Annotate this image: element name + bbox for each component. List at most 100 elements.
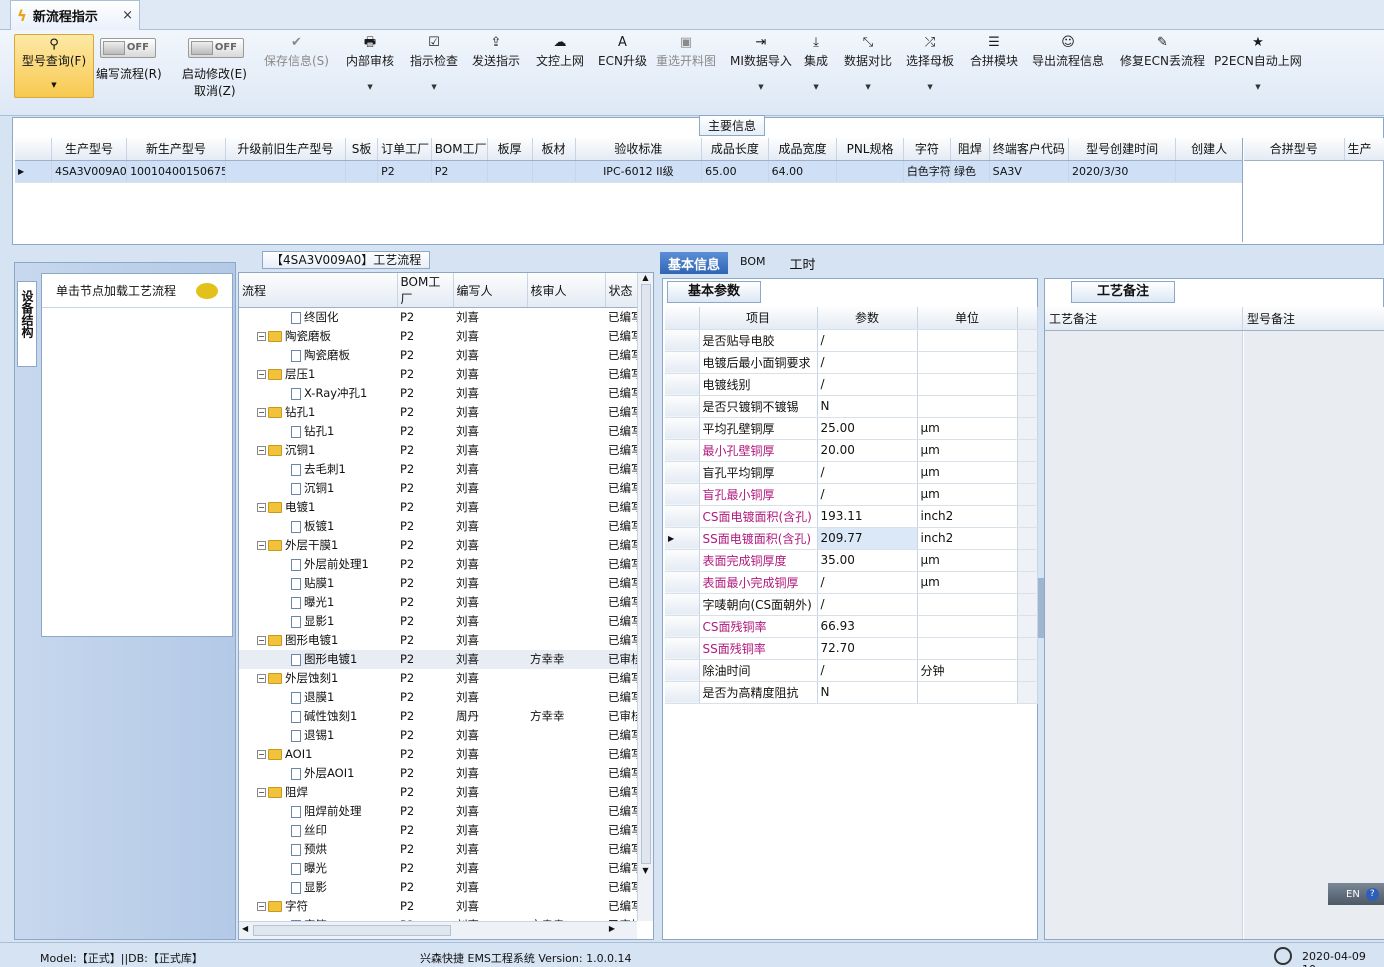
table-row[interactable]: 退锡1 P2 刘喜 已编写 (239, 726, 637, 745)
collapse-icon[interactable]: − (257, 541, 266, 550)
table-row[interactable]: SS面残铜率 72.70 (665, 637, 1038, 660)
main-info-cell[interactable]: P2 (431, 160, 488, 183)
main-info-header[interactable]: 订单工厂 (377, 138, 432, 161)
main-info-header[interactable]: S板 (345, 138, 379, 161)
table-row[interactable]: 预烘 P2 刘喜 已编写 (239, 840, 637, 859)
table-row[interactable]: − 外层干膜1 P2 刘喜 已编写 (239, 536, 637, 555)
main-info-cell[interactable]: 绿色 (950, 160, 990, 183)
main-info-header[interactable]: 板厚 (487, 138, 533, 161)
main-info-header[interactable]: 成品宽度 (768, 138, 838, 161)
model-query-button[interactable]: ⚲ 型号查询(F) ▼ (14, 34, 94, 98)
ribbon-button-14[interactable]: ★ P2ECN自动上网 ▼ (1214, 34, 1302, 91)
main-info-cell[interactable] (836, 160, 904, 183)
tab-bom[interactable]: BOM (728, 252, 778, 274)
param-value[interactable]: / (817, 571, 918, 594)
table-row[interactable]: ▶ SS面电镀面积(含孔) 209.77 inch2 (665, 527, 1038, 550)
table-row[interactable]: 图形电镀1 P2 刘喜 方幸幸 已审核 (239, 649, 637, 669)
table-row[interactable]: 电镀线别 / (665, 373, 1038, 396)
table-row[interactable]: − 钻孔1 P2 刘喜 已编写 (239, 403, 637, 422)
table-row[interactable]: − 阻焊 P2 刘喜 已编写 (239, 783, 637, 802)
table-row[interactable]: − 陶瓷磨板 P2 刘喜 已编写 (239, 327, 637, 346)
ribbon-button-0[interactable]: ✔ 保存信息(S) (264, 34, 329, 69)
table-row[interactable]: 碱性蚀刻1 P2 周丹 方幸幸 已审核 (239, 707, 637, 726)
table-row[interactable]: 曝光 P2 刘喜 已编写 (239, 859, 637, 878)
main-info-cell[interactable] (225, 160, 346, 183)
ribbon-button-6[interactable]: ▣ 重选开料图 (656, 34, 716, 69)
param-header[interactable]: 单位 (917, 307, 1018, 330)
param-value[interactable]: 209.77 (817, 527, 918, 550)
main-info-header[interactable]: 新生产型号 (126, 138, 226, 161)
tab-work-hours[interactable]: 工时 (778, 252, 828, 274)
main-info-cell[interactable] (532, 160, 576, 183)
ribbon-button-8[interactable]: ⤓ 集成 ▼ (804, 34, 828, 91)
table-row[interactable]: 表面最小完成铜厚 / μm (665, 571, 1038, 594)
table-row[interactable]: − AOI1 P2 刘喜 已编写 (239, 745, 637, 764)
ribbon-button-11[interactable]: ☰ 合拼模块 (970, 34, 1018, 69)
main-info-cell[interactable]: 64.00 (768, 160, 838, 183)
tab-basic-params[interactable]: 基本参数 (667, 281, 761, 303)
flow-header[interactable]: BOM工厂 (397, 273, 454, 308)
main-info-header[interactable]: BOM工厂 (431, 138, 488, 161)
table-row[interactable]: X-Ray冲孔1 P2 刘喜 已编写 (239, 384, 637, 403)
collapse-icon[interactable]: − (257, 674, 266, 683)
language-indicator[interactable]: EN ? (1328, 883, 1384, 905)
table-row[interactable]: − 电镀1 P2 刘喜 已编写 (239, 498, 637, 517)
table-row[interactable]: 阻焊前处理 P2 刘喜 已编写 (239, 802, 637, 821)
scroll-down-icon[interactable]: ▼ (638, 866, 653, 875)
flow-header[interactable]: 编写人 (453, 273, 528, 308)
production-header[interactable]: 生产 (1344, 138, 1384, 161)
table-row[interactable]: 显影 P2 刘喜 已编写 (239, 878, 637, 897)
param-value[interactable]: 35.00 (817, 549, 918, 572)
table-row[interactable]: CS面电镀面积(含孔) 193.11 inch2 (665, 505, 1038, 528)
param-value[interactable]: / (817, 373, 918, 396)
main-info-cell[interactable]: SA3V (989, 160, 1070, 183)
merge-model-header[interactable]: 合拼型号 (1244, 138, 1345, 161)
ribbon-button-2[interactable]: ☑ 指示检查 ▼ (410, 34, 458, 91)
scroll-left-icon[interactable]: ◀ (242, 924, 248, 933)
help-icon[interactable]: ? (1365, 887, 1379, 901)
param-value[interactable]: N (817, 681, 918, 704)
table-row[interactable]: 除油时间 / 分钟 (665, 659, 1038, 682)
flow-vertical-scrollbar[interactable]: ▲ ▼ (637, 273, 653, 921)
main-info-header[interactable]: 型号创建时间 (1068, 138, 1177, 161)
ribbon-button-10[interactable]: ⤮ 选择母板 ▼ (906, 34, 954, 91)
table-row[interactable]: 去毛刺1 P2 刘喜 已编写 (239, 460, 637, 479)
table-row[interactable]: 板镀1 P2 刘喜 已编写 (239, 517, 637, 536)
collapse-icon[interactable]: − (257, 788, 266, 797)
table-row[interactable]: − 字符 P2 刘喜 已编写 (239, 897, 637, 916)
table-row[interactable]: − 沉铜1 P2 刘喜 已编写 (239, 441, 637, 460)
main-info-cell[interactable]: IPC-6012 II级 (575, 160, 703, 183)
edit-flow-toggle[interactable]: OFF (100, 38, 156, 58)
main-info-header[interactable]: 阻焊 (950, 138, 990, 161)
flow-header[interactable]: 核审人 (527, 273, 606, 308)
param-value[interactable]: / (817, 461, 918, 484)
param-value[interactable]: / (817, 659, 918, 682)
collapse-icon[interactable]: − (257, 332, 266, 341)
param-header[interactable]: 项目 (699, 307, 818, 330)
main-info-header[interactable]: 创建人 (1175, 138, 1242, 161)
table-row[interactable]: 最小孔壁铜厚 20.00 μm (665, 439, 1038, 462)
ribbon-button-7[interactable]: ⇥ MI数据导入 ▼ (730, 34, 792, 91)
param-value[interactable]: / (817, 329, 918, 352)
param-value[interactable]: 193.11 (817, 505, 918, 528)
main-info-cell[interactable]: 65.00 (701, 160, 769, 183)
table-row[interactable]: 丝印 P2 刘喜 已编写 (239, 821, 637, 840)
tab-process-notes[interactable]: 工艺备注 (1071, 281, 1175, 303)
table-row[interactable]: 电镀后最小面铜要求 / (665, 351, 1038, 374)
ribbon-button-9[interactable]: ⤡ 数据对比 ▼ (844, 34, 892, 91)
table-row[interactable]: − 外层蚀刻1 P2 刘喜 已编写 (239, 669, 637, 688)
table-row[interactable]: 沉铜1 P2 刘喜 已编写 (239, 479, 637, 498)
param-value[interactable]: 72.70 (817, 637, 918, 660)
param-value[interactable]: / (817, 593, 918, 616)
param-header[interactable]: 参数 (817, 307, 918, 330)
ribbon-button-13[interactable]: ✎ 修复ECN丢流程 (1120, 34, 1205, 69)
table-row[interactable]: ▶ 4SA3V009A0 10010400150675 P2 P2 IPC-6012 II… (15, 160, 1242, 183)
table-row[interactable]: CS面残铜率 66.93 (665, 615, 1038, 638)
param-value[interactable]: 20.00 (817, 439, 918, 462)
table-row[interactable]: 退膜1 P2 刘喜 已编写 (239, 688, 637, 707)
table-row[interactable]: 贴膜1 P2 刘喜 已编写 (239, 574, 637, 593)
param-value[interactable]: / (817, 351, 918, 374)
ribbon-button-12[interactable]: ☺ 导出流程信息 (1032, 34, 1104, 69)
table-row[interactable]: 陶瓷磨板 P2 刘喜 已编写 (239, 346, 637, 365)
close-icon[interactable]: × (122, 8, 133, 23)
